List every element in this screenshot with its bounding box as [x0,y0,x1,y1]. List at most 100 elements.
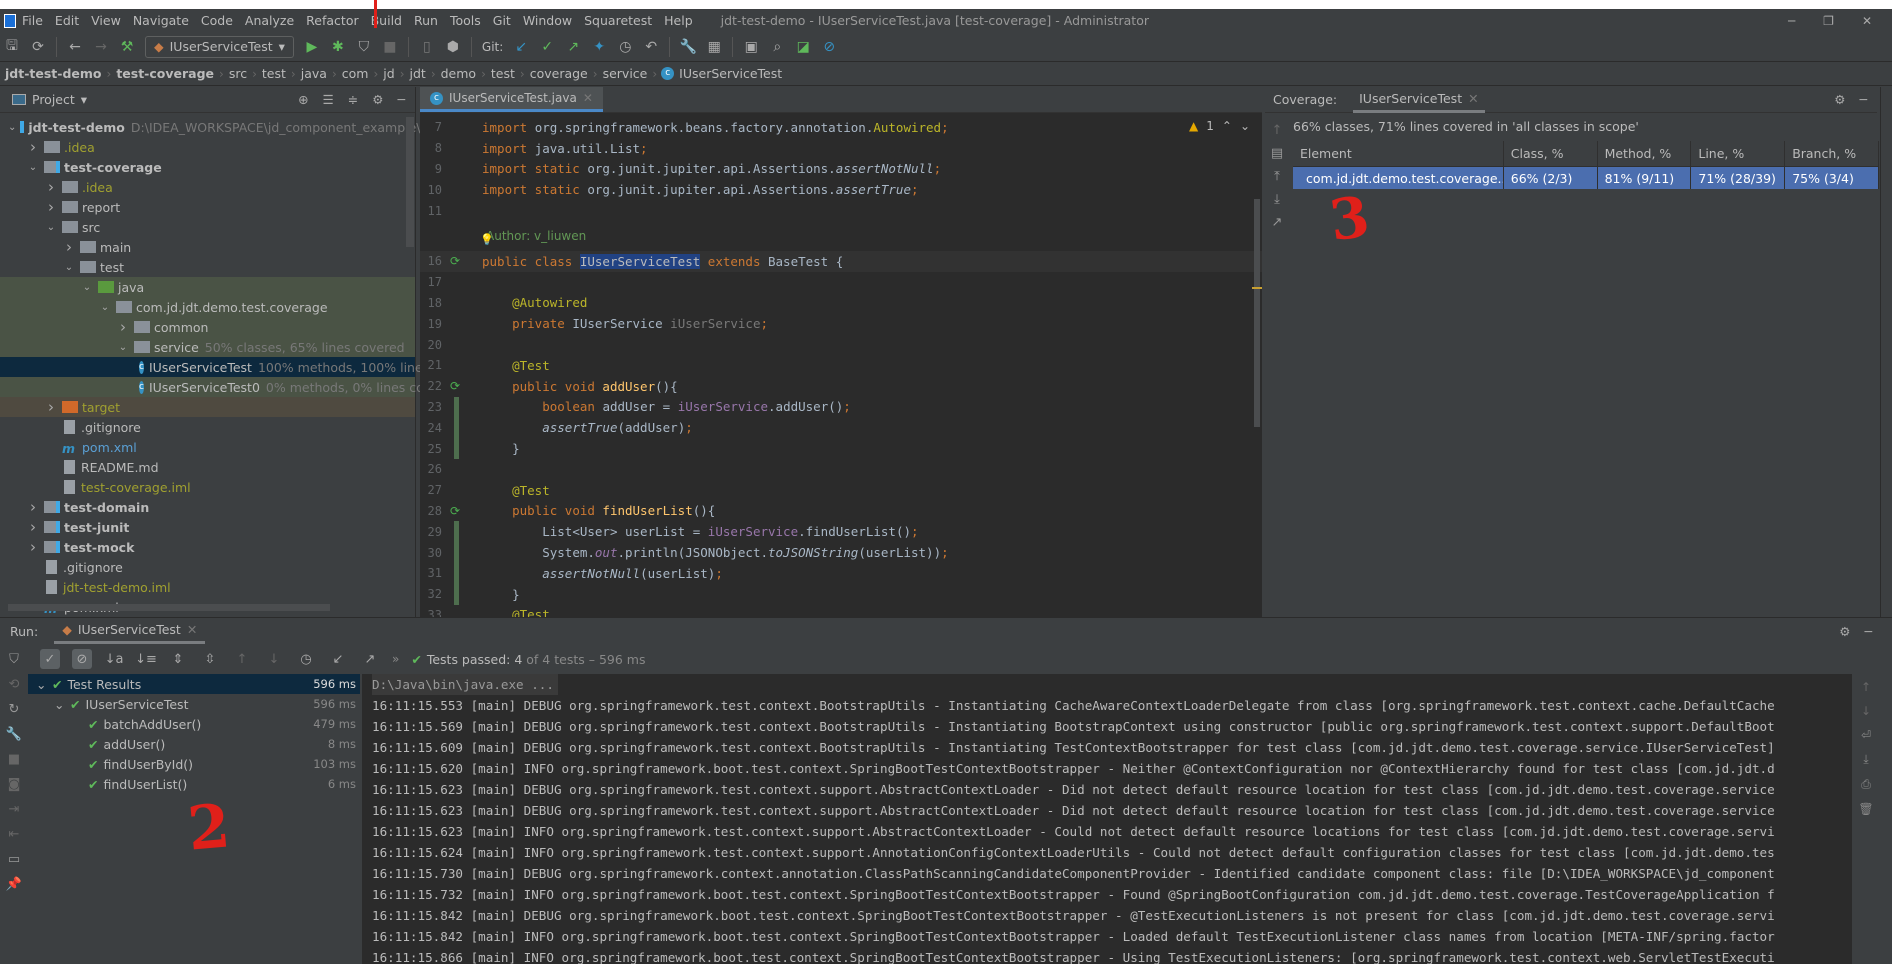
tree-item[interactable]: ⌄ service 50% classes, 65% lines covered [0,337,415,357]
tree-item[interactable]: jdt-test-demo.iml [0,577,415,597]
column-header[interactable]: Branch, % [1785,141,1879,166]
search-icon[interactable]: ⌕ [769,39,785,55]
chevron-right-icon[interactable]: › [26,538,40,556]
settings-wrench-icon[interactable]: 🔧 [680,39,697,55]
menu-file[interactable]: File [22,13,43,28]
minimize-icon[interactable]: ─ [1788,14,1795,28]
pin-icon[interactable]: 📌 [6,877,22,892]
chevron-right-icon[interactable]: › [26,518,40,536]
sort-alphabetically-icon[interactable]: ↓a [104,649,124,669]
hide-icon[interactable]: ─ [1864,624,1872,639]
editor-scrollbar[interactable] [1254,199,1260,427]
import-icon[interactable]: ⇤ [9,827,20,842]
menu-help[interactable]: Help [664,13,693,28]
chevron-down-icon[interactable]: ▾ [81,92,87,107]
breadcrumb-item[interactable]: jdt [405,66,431,81]
tree-item[interactable]: › target [0,397,415,417]
camera-icon[interactable]: ◙ [8,777,21,792]
run-test-gutter-icon[interactable]: ⟳ [450,504,472,518]
chevron-down-icon[interactable]: ⌄ [80,282,94,293]
breadcrumb-item[interactable]: service [598,66,653,81]
tree-item[interactable]: ⌄ src [0,217,415,237]
sort-by-duration-icon[interactable]: ↓≡ [135,649,157,669]
go-up-icon[interactable]: ↑ [1272,123,1283,138]
tree-item[interactable]: ⌄ com.jd.jdt.demo.test.coverage [0,297,415,317]
locate-icon[interactable]: ⊕ [298,92,308,107]
tree-item[interactable]: .gitignore [0,557,415,577]
console-output[interactable]: D:\Java\bin\java.exe ... 16:11:15.553 [m… [362,674,1852,964]
breadcrumb-item[interactable]: src [224,66,252,81]
tree-item[interactable]: › test-mock [0,537,415,557]
tree-item[interactable]: README.md [0,457,415,477]
git-compare-icon[interactable]: ✦ [591,39,607,55]
flatten-packages-icon[interactable]: ▤ [1271,146,1283,161]
menu-window[interactable]: Window [523,13,572,28]
next-failed-icon[interactable]: ↓ [264,649,284,669]
tree-item[interactable]: ⌄ test-coverage [0,157,415,177]
tree-item[interactable]: › .idea [0,137,415,157]
debug-bug-icon[interactable]: ✱ [330,39,346,55]
project-structure-icon[interactable]: ▦ [706,39,722,55]
breadcrumb-item[interactable]: jd [378,66,399,81]
device-icon[interactable]: ▯ [419,39,435,55]
intention-bulb-icon[interactable]: 💡 [480,233,494,246]
menu-navigate[interactable]: Navigate [133,13,189,28]
sync-icon[interactable]: ⟳ [30,39,46,55]
run-configuration-select[interactable]: ◆ IUserServiceTest ▾ [145,35,294,58]
import-tests-icon[interactable]: ↙ [328,649,348,669]
breadcrumb-item[interactable]: java [296,66,332,81]
run-test-gutter-icon[interactable]: ⟳ [450,254,472,268]
tree-item[interactable]: › test-domain [0,497,415,517]
menu-run[interactable]: Run [414,13,438,28]
column-header[interactable]: Method, % [1598,141,1692,166]
rollback-icon[interactable]: ↶ [643,39,659,55]
run-icon[interactable]: ▶ [304,39,320,55]
coverage-tab[interactable]: IUserServiceTest ✕ [1353,87,1485,113]
profiler-icon[interactable]: ◪ [795,39,811,55]
gear-icon[interactable]: ⚙ [1834,92,1845,107]
show-passed-icon[interactable]: ✓ [40,649,60,669]
export-icon[interactable]: ↗ [1272,215,1283,230]
tree-item[interactable]: .gitignore [0,417,415,437]
scroll-to-end-icon[interactable]: ⤓ [1863,752,1868,767]
tab-iuserservicetest-java[interactable]: c IUserServiceTest.java ✕ [420,87,603,112]
breadcrumb-item[interactable]: test [486,66,520,81]
close-icon[interactable]: ✕ [1862,14,1872,28]
chevron-right-icon[interactable]: › [116,318,130,336]
run-with-coverage-icon[interactable]: ⛉ [356,39,372,55]
export-icon[interactable]: ⇥ [9,802,20,817]
autoscroll-from-source-icon[interactable]: ⤓ [1274,192,1280,207]
tree-item[interactable]: c IUserServiceTest0 0% methods, 0% lines c… [0,377,459,397]
coverage-table-row[interactable]: com.jd.jdt.demo.test.coverage.... 66% (2/… [1293,167,1879,189]
expand-all-icon[interactable]: ⇕ [168,649,188,669]
layout-icon[interactable]: ▭ [8,852,20,867]
back-icon[interactable]: ← [67,39,83,55]
scroll-up-icon[interactable]: ↑ [1861,680,1871,694]
chevron-down-icon[interactable]: ⌄ [54,697,70,712]
stop-icon[interactable]: ■ [8,752,20,767]
chevron-down-icon[interactable]: ⌄ [44,222,58,233]
chevron-down-icon[interactable]: ⌄ [8,122,16,133]
autoscroll-to-source-icon[interactable]: ⤒ [1274,169,1280,184]
chevron-right-icon[interactable]: › [26,138,40,156]
test-result-item[interactable]: ⌄ ✔ IUserServiceTest 596 ms [28,694,360,714]
show-ignored-icon[interactable]: ⊘ [72,649,92,669]
test-result-item[interactable]: ✔ findUserById() 103 ms [28,754,360,774]
run-tab[interactable]: ◆ IUserServiceTest ✕ [54,618,206,644]
forward-icon[interactable]: → [93,39,109,55]
collapse-all-icon[interactable]: ≑ [348,92,358,107]
menu-edit[interactable]: Edit [55,13,79,28]
clear-trash-icon[interactable]: 🗑 [1858,802,1873,816]
chevron-right-icon[interactable]: › [44,178,58,196]
menu-tools[interactable]: Tools [450,13,481,28]
tree-item[interactable]: › .idea [0,177,415,197]
tree-item[interactable]: › main [0,237,415,257]
chevron-down-icon[interactable]: ⌄ [116,342,130,353]
print-icon[interactable]: ⎙ [1861,777,1871,792]
tree-item[interactable]: m pom.xml [0,437,415,457]
tree-item[interactable]: ⌄ java [0,277,415,297]
chevron-right-icon[interactable]: › [44,398,58,416]
run-test-gutter-icon[interactable]: ⟳ [450,379,472,393]
soft-wrap-icon[interactable]: ⏎ [1861,728,1871,742]
chevron-down-icon[interactable]: ⌄ [62,262,76,273]
